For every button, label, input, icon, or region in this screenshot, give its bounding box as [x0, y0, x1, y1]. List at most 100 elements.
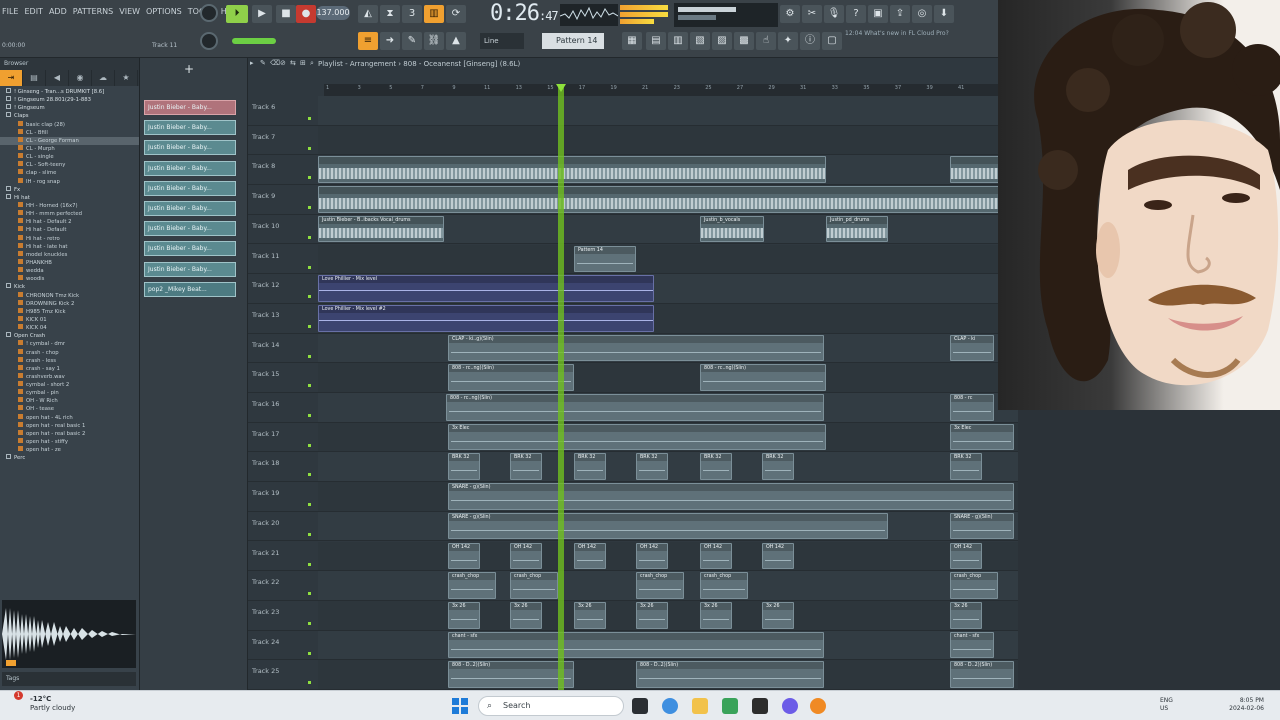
fl-studio-icon[interactable]: [810, 698, 826, 714]
playlist-tool-icon[interactable]: ⇆: [290, 59, 296, 67]
picker-clip[interactable]: Justin Bieber - Baby...: [144, 160, 236, 176]
playlist-clip[interactable]: BRK 32: [574, 453, 606, 481]
loop-record-icon[interactable]: ⟳: [446, 5, 466, 23]
export-icon[interactable]: ⇪: [890, 5, 910, 23]
playlist-clip[interactable]: OH 142: [762, 542, 794, 570]
browser-file[interactable]: OH - W Rich: [0, 397, 139, 405]
playlist-clip[interactable]: Love Phillier - Mix level: [318, 275, 654, 302]
browser-file[interactable]: KICK 04: [0, 324, 139, 332]
playlist-clip[interactable]: chant - sfx: [950, 631, 994, 659]
account-icon[interactable]: ⬇: [934, 5, 954, 23]
track-grid[interactable]: CLAP - ki..g)(Slin) CLAP - ki: [318, 333, 1018, 363]
browser-file[interactable]: CL - George Forman: [0, 136, 139, 145]
browser-file[interactable]: open hat - ze: [0, 446, 139, 454]
track-label[interactable]: Track 9: [252, 192, 310, 200]
browser-file[interactable]: clap - slime: [0, 169, 139, 177]
playlist-clip[interactable]: SNARE - g)(Slin): [448, 483, 1014, 510]
discord-icon[interactable]: [782, 698, 798, 714]
stamp-icon[interactable]: ▲: [446, 32, 466, 50]
playlist-clip[interactable]: OH 142: [950, 542, 982, 570]
track-mute-led[interactable]: [308, 176, 311, 180]
track-grid[interactable]: [318, 185, 1018, 214]
track-mute-led[interactable]: [308, 562, 311, 566]
browser-tab-icon[interactable]: ◀: [46, 70, 69, 86]
picker-clip[interactable]: Justin Bieber - Baby...: [144, 261, 236, 277]
picker-clip[interactable]: Justin Bieber - Baby...: [144, 221, 236, 237]
snap-select[interactable]: Line: [480, 33, 524, 49]
track-grid[interactable]: BRK 32 BRK 32 BRK 32 BRK 32 BRK 32 BRK 32 BRK …: [318, 452, 1018, 482]
menu-patterns[interactable]: PATTERNS: [73, 7, 113, 16]
browser-file[interactable]: DROWNING Kick 2: [0, 299, 139, 308]
menu-add[interactable]: ADD: [49, 7, 67, 16]
playlist-clip[interactable]: 3x 26: [636, 601, 668, 629]
browser-file[interactable]: PHANKHB: [0, 258, 139, 267]
track-mute-led[interactable]: [308, 651, 311, 655]
language-indicator[interactable]: ENG US: [1160, 697, 1173, 713]
track-mute-led[interactable]: [308, 473, 311, 477]
track-grid[interactable]: Love Phillier - Mix level: [318, 274, 1018, 303]
timeline-ruler[interactable]: 1 3 5 7 9 11 13 15 17 19 21 23 25 27 29 31 33 35 37 39 41: [324, 84, 1018, 96]
playlist-tool-icon[interactable]: ⊘: [280, 59, 286, 67]
track-grid[interactable]: SNARE - g)(Slin): [318, 482, 1018, 511]
browser-file[interactable]: CL - Bfill: [0, 128, 139, 137]
playlist-clip[interactable]: 3x 26: [762, 601, 794, 629]
browser-file[interactable]: CL - single: [0, 153, 139, 161]
track-label[interactable]: Track 7: [252, 133, 310, 141]
countdown-icon[interactable]: 3: [402, 5, 422, 23]
add-icon[interactable]: +: [184, 62, 194, 76]
menu-file[interactable]: FILE: [2, 7, 18, 16]
windows-start-icon[interactable]: [452, 698, 468, 714]
playlist-clip[interactable]: BRK 32: [700, 453, 732, 481]
playlist-clip[interactable]: BRK 32: [950, 453, 982, 481]
browser-file[interactable]: IH - rog snap: [0, 177, 139, 186]
track-mute-led[interactable]: [308, 592, 311, 596]
browser-tags[interactable]: Tags: [2, 672, 136, 686]
step-edit-icon[interactable]: ▥: [424, 5, 444, 23]
track-mute-led[interactable]: [308, 265, 311, 269]
track-grid[interactable]: [318, 155, 1018, 185]
track-label[interactable]: Track 22: [252, 578, 310, 586]
app-icon[interactable]: [752, 698, 768, 714]
browser-file[interactable]: open hat - stiffy: [0, 438, 139, 446]
track-grid[interactable]: [318, 125, 1018, 155]
playlist-clip[interactable]: OH 142: [574, 542, 606, 570]
playlist-clip[interactable]: [318, 186, 1018, 213]
browser-file[interactable]: cymbal - pin: [0, 389, 139, 397]
picker-clip[interactable]: Justin Bieber - Baby...: [144, 241, 236, 257]
playlist-clip[interactable]: SNARE - g)(Slin): [448, 512, 888, 540]
browser-folder[interactable]: ! Gingseum: [0, 104, 139, 112]
piano-roll-icon[interactable]: ▤: [646, 32, 666, 50]
task-view-icon[interactable]: [632, 698, 648, 714]
sample-preview-waveform[interactable]: [2, 600, 136, 668]
track-grid[interactable]: 808 - D..2)(Slin) 808 - D..2)(Slin) 808 - …: [318, 660, 1018, 689]
track-label[interactable]: Track 19: [252, 489, 310, 497]
clock[interactable]: 8:05 PM 2024-02-06: [1229, 697, 1264, 713]
track-grid[interactable]: crash_chop crash_chop crash_chop crash_chop…: [318, 571, 1018, 600]
info-icon[interactable]: ⓘ: [800, 32, 820, 50]
chrome-icon[interactable]: [662, 698, 678, 714]
playlist-clip[interactable]: OH 142: [700, 542, 732, 570]
playlist-clip[interactable]: crash_chop: [510, 572, 558, 599]
browser-folder[interactable]: Fx: [0, 185, 139, 194]
playlist-icon[interactable]: ▦: [622, 32, 642, 50]
menu-edit[interactable]: EDIT: [24, 7, 42, 16]
pattern-selector[interactable]: Pattern 14: [542, 33, 604, 49]
playlist-clip[interactable]: OH 142: [510, 542, 542, 570]
track-label[interactable]: Track 14: [252, 341, 310, 349]
playlist-clip[interactable]: crash_chop: [636, 572, 684, 599]
browser-icon[interactable]: ▨: [712, 32, 732, 50]
track-grid[interactable]: 808 - rc..ng)(Slin) 808 - rc..ng)(Slin): [318, 363, 1018, 392]
file-explorer-icon[interactable]: [692, 698, 708, 714]
playlist-clip[interactable]: Pattern 14: [574, 245, 636, 273]
browser-folder[interactable]: Kick: [0, 283, 139, 291]
track-mute-led[interactable]: [308, 324, 311, 328]
browser-folder[interactable]: Hi hat: [0, 193, 139, 202]
playlist-clip[interactable]: OH 142: [636, 542, 668, 570]
pencil-icon[interactable]: ✎: [402, 32, 422, 50]
track-label[interactable]: Track 8: [252, 162, 310, 170]
browser-folder[interactable]: Claps: [0, 112, 139, 120]
playlist-clip[interactable]: 808 - D..2)(Slin): [950, 661, 1014, 688]
metronome-icon[interactable]: ◭: [358, 5, 378, 23]
track-mute-led[interactable]: [308, 414, 311, 417]
playlist-clip[interactable]: 808 - rc..ng)(Slin): [446, 394, 824, 421]
